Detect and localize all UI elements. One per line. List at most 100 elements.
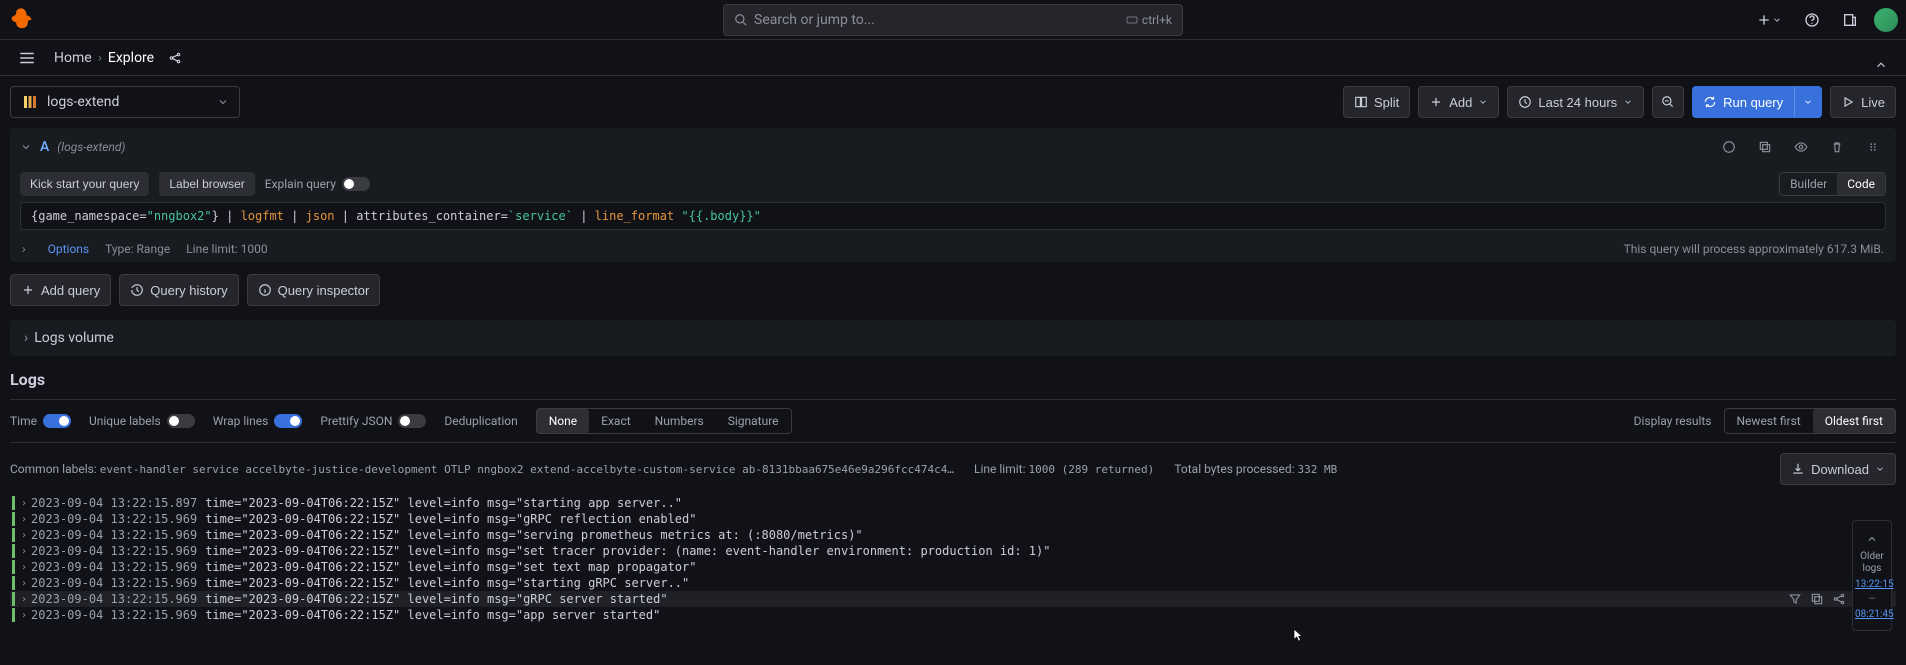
- tab-code[interactable]: Code: [1837, 173, 1885, 195]
- timeline-separator: —: [1855, 594, 1889, 605]
- chevron-down-icon[interactable]: [20, 141, 32, 153]
- explain-toggle[interactable]: Explain query: [265, 177, 370, 191]
- log-level-marker: [12, 544, 15, 558]
- menu-toggle[interactable]: [12, 43, 42, 73]
- log-timestamp: 2023-09-04 13:22:15.897: [31, 496, 197, 510]
- log-level-marker: [12, 528, 15, 542]
- tab-builder[interactable]: Builder: [1780, 173, 1837, 195]
- options-label[interactable]: Options: [48, 242, 90, 256]
- dedup-signature[interactable]: Signature: [716, 409, 791, 433]
- add-button[interactable]: [1750, 6, 1788, 34]
- download-button[interactable]: Download: [1780, 453, 1896, 485]
- logs-scroll-nav: Older logs 13:22:15 — 08:21:45: [1852, 520, 1892, 631]
- query-delete[interactable]: [1824, 134, 1850, 160]
- query-copy[interactable]: [1752, 134, 1778, 160]
- chevron-down-icon: [217, 96, 229, 108]
- dedup-options: None Exact Numbers Signature: [536, 408, 792, 434]
- time-range-picker[interactable]: Last 24 hours: [1507, 86, 1644, 118]
- history-icon: [130, 283, 144, 297]
- log-timestamp: 2023-09-04 13:22:15.969: [31, 528, 197, 542]
- query-inspector-button[interactable]: Query inspector: [247, 274, 381, 306]
- bytes-value: 332 MB: [1297, 463, 1337, 476]
- timestamp-link-bottom[interactable]: 08:21:45: [1855, 609, 1889, 620]
- chevron-down-icon: [1803, 97, 1813, 107]
- kick-start-button[interactable]: Kick start your query: [20, 172, 149, 196]
- log-row[interactable]: › 2023-09-04 13:22:15.969 time="2023-09-…: [10, 575, 1896, 591]
- search-placeholder: Search or jump to...: [754, 12, 1126, 28]
- refresh-icon: [1703, 95, 1717, 109]
- log-message: time="2023-09-04T06:22:15Z" level=info m…: [205, 512, 696, 526]
- query-code-editor[interactable]: {game_namespace="nngbox2"} | logfmt | js…: [20, 202, 1886, 230]
- query-visibility[interactable]: [1788, 134, 1814, 160]
- keyboard-icon: [1126, 14, 1138, 26]
- avatar[interactable]: [1874, 8, 1898, 32]
- scroll-top[interactable]: [1855, 527, 1889, 551]
- time-toggle[interactable]: [43, 414, 71, 428]
- copy-icon[interactable]: [1810, 592, 1824, 606]
- wrap-toggle[interactable]: [274, 414, 302, 428]
- add-query-button[interactable]: Add query: [10, 274, 111, 306]
- log-timestamp: 2023-09-04 13:22:15.969: [31, 560, 197, 574]
- toolbar: logs-extend Split Add Last 24 hours: [10, 86, 1896, 118]
- query-history-button[interactable]: Query history: [119, 274, 238, 306]
- share-button[interactable]: [162, 45, 188, 71]
- log-row[interactable]: › 2023-09-04 13:22:15.969 time="2023-09-…: [10, 559, 1896, 575]
- unique-labels-toggle[interactable]: [167, 414, 195, 428]
- share-icon[interactable]: [1832, 592, 1846, 606]
- query-header-actions: [1716, 134, 1886, 160]
- log-timestamp: 2023-09-04 13:22:15.969: [31, 576, 197, 590]
- unique-labels-toggle-group: Unique labels: [89, 414, 195, 428]
- log-row[interactable]: › 2023-09-04 13:22:15.969 time="2023-09-…: [10, 511, 1896, 527]
- grafana-logo[interactable]: [8, 6, 36, 34]
- log-row[interactable]: › 2023-09-04 13:22:15.897 time="2023-09-…: [10, 495, 1896, 511]
- query-drag[interactable]: [1860, 134, 1886, 160]
- chevron-down-icon: [1623, 97, 1633, 107]
- logs-volume-panel[interactable]: › Logs volume: [10, 320, 1896, 356]
- run-query-options[interactable]: [1794, 86, 1822, 118]
- query-help[interactable]: [1716, 134, 1742, 160]
- news-button[interactable]: [1836, 6, 1864, 34]
- older-logs-label: Older logs: [1855, 551, 1889, 575]
- prettify-toggle-group: Prettify JSON: [320, 414, 426, 428]
- datasource-name: logs-extend: [47, 94, 119, 110]
- log-list: › 2023-09-04 13:22:15.897 time="2023-09-…: [10, 495, 1896, 623]
- timestamp-link-top[interactable]: 13:22:15: [1855, 579, 1889, 590]
- query-footer: This query will process approximately 61…: [1624, 242, 1884, 256]
- display-results-label: Display results: [1634, 414, 1712, 428]
- dedup-none[interactable]: None: [537, 409, 589, 433]
- oldest-first[interactable]: Oldest first: [1813, 409, 1895, 433]
- live-button[interactable]: Live: [1830, 86, 1896, 118]
- log-row[interactable]: › 2023-09-04 13:22:15.969 time="2023-09-…: [10, 591, 1896, 607]
- collapse-button[interactable]: [1868, 52, 1894, 78]
- log-timestamp: 2023-09-04 13:22:15.969: [31, 544, 197, 558]
- search-input[interactable]: Search or jump to... ctrl+k: [723, 4, 1183, 36]
- add-panel-button[interactable]: Add: [1418, 86, 1499, 118]
- log-row[interactable]: › 2023-09-04 13:22:15.969 time="2023-09-…: [10, 543, 1896, 559]
- label-browser-button[interactable]: Label browser: [159, 172, 254, 196]
- dedup-label: Deduplication: [444, 414, 517, 428]
- news-icon: [1842, 12, 1858, 28]
- breadcrumb-home[interactable]: Home: [54, 50, 92, 66]
- log-row[interactable]: › 2023-09-04 13:22:15.969 time="2023-09-…: [10, 527, 1896, 543]
- sort-options: Newest first Oldest first: [1724, 408, 1897, 434]
- chevron-up-icon: [1874, 58, 1888, 72]
- logs-volume-label: Logs volume: [34, 330, 114, 346]
- newest-first[interactable]: Newest first: [1725, 409, 1813, 433]
- query-tools-row: Kick start your query Label browser Expl…: [10, 166, 1896, 202]
- dedup-numbers[interactable]: Numbers: [643, 409, 716, 433]
- keyboard-shortcut: ctrl+k: [1126, 13, 1172, 27]
- split-button[interactable]: Split: [1343, 86, 1410, 118]
- chevron-right-icon[interactable]: ›: [22, 242, 26, 256]
- prettify-toggle[interactable]: [398, 414, 426, 428]
- log-row[interactable]: › 2023-09-04 13:22:15.969 time="2023-09-…: [10, 607, 1896, 623]
- common-labels-value: event-handler service accelbyte-justice-…: [100, 463, 954, 476]
- filter-icon[interactable]: [1788, 592, 1802, 606]
- bytes-label: Total bytes processed:: [1174, 462, 1294, 476]
- query-panel: A (logs-extend) Kick start your query La…: [10, 128, 1896, 262]
- zoom-out-button[interactable]: [1652, 86, 1684, 118]
- datasource-picker[interactable]: logs-extend: [10, 86, 240, 118]
- plus-icon: [1756, 12, 1772, 28]
- dedup-exact[interactable]: Exact: [589, 409, 643, 433]
- run-query-button[interactable]: Run query: [1692, 86, 1794, 118]
- help-button[interactable]: [1798, 6, 1826, 34]
